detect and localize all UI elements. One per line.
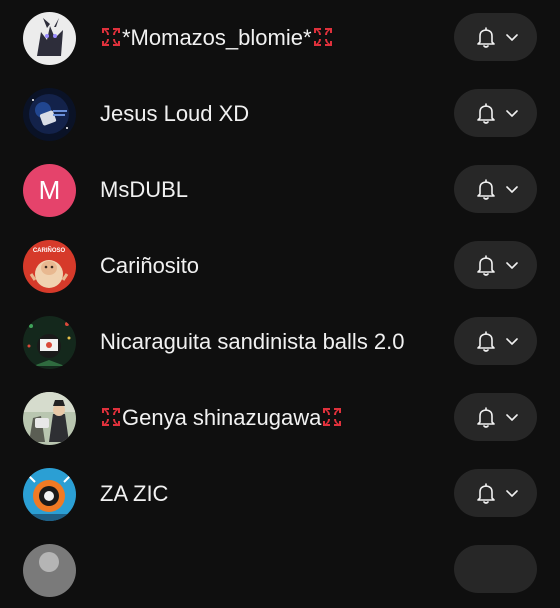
channel-row-partial[interactable] (0, 532, 560, 608)
chevron-down-icon (504, 105, 520, 121)
channel-avatar[interactable] (23, 468, 76, 521)
anger-symbol-icon (312, 26, 334, 48)
channel-avatar[interactable] (23, 544, 76, 597)
chevron-down-icon (504, 409, 520, 425)
notification-settings-button[interactable] (454, 165, 537, 213)
notification-settings-button[interactable] (454, 317, 537, 365)
chevron-down-icon (504, 485, 520, 501)
bell-icon (474, 329, 498, 353)
notification-settings-button[interactable] (454, 545, 537, 593)
channel-row-carinosito[interactable]: CARIÑOSO Cariñosito (0, 228, 560, 304)
channel-name[interactable]: Cariñosito (100, 252, 199, 280)
channel-name[interactable]: ZA ZIC (100, 480, 168, 508)
anger-symbol-icon (321, 406, 343, 428)
bell-icon (474, 481, 498, 505)
channel-avatar[interactable] (23, 316, 76, 369)
chevron-down-icon (504, 181, 520, 197)
channel-name[interactable]: *Momazos_blomie* (100, 24, 334, 52)
chevron-down-icon (504, 257, 520, 273)
channel-row-genya-shinazugawa[interactable]: Genya shinazugawa (0, 380, 560, 456)
notification-settings-button[interactable] (454, 241, 537, 289)
channel-row-msdubl[interactable]: M MsDUBL (0, 152, 560, 228)
bell-icon (474, 25, 498, 49)
notification-settings-button[interactable] (454, 469, 537, 517)
notification-settings-button[interactable] (454, 89, 537, 137)
channel-avatar[interactable]: CARIÑOSO (23, 240, 76, 293)
notification-settings-button[interactable] (454, 13, 537, 61)
channel-avatar[interactable]: M (23, 164, 76, 217)
bell-icon (474, 101, 498, 125)
channel-row-nicaraguita-sandinista-balls[interactable]: Nicaraguita sandinista balls 2.0 (0, 304, 560, 380)
channel-name-text: *Momazos_blomie* (122, 25, 312, 50)
channel-avatar[interactable] (23, 88, 76, 141)
bell-icon (474, 177, 498, 201)
notification-settings-button[interactable] (454, 393, 537, 441)
avatar-caption: CARIÑOSO (33, 247, 66, 254)
channel-avatar[interactable] (23, 392, 76, 445)
channel-name[interactable]: Nicaraguita sandinista balls 2.0 (100, 328, 405, 356)
anger-symbol-icon (100, 406, 122, 428)
avatar-letter: M (38, 175, 61, 205)
chevron-down-icon (504, 29, 520, 45)
bell-icon (474, 253, 498, 277)
bell-icon (474, 405, 498, 429)
channel-name[interactable]: MsDUBL (100, 176, 188, 204)
channel-name[interactable]: Genya shinazugawa (100, 404, 343, 432)
channel-row-momazos-blomie[interactable]: *Momazos_blomie* (0, 0, 560, 76)
anger-symbol-icon (100, 26, 122, 48)
channel-avatar[interactable] (23, 12, 76, 65)
channel-name-text: Genya shinazugawa (122, 405, 322, 430)
channel-row-jesus-loud-xd[interactable]: Jesus Loud XD (0, 76, 560, 152)
channel-name[interactable]: Jesus Loud XD (100, 100, 249, 128)
chevron-down-icon (504, 333, 520, 349)
channel-row-za-zic[interactable]: ZA ZIC (0, 456, 560, 532)
